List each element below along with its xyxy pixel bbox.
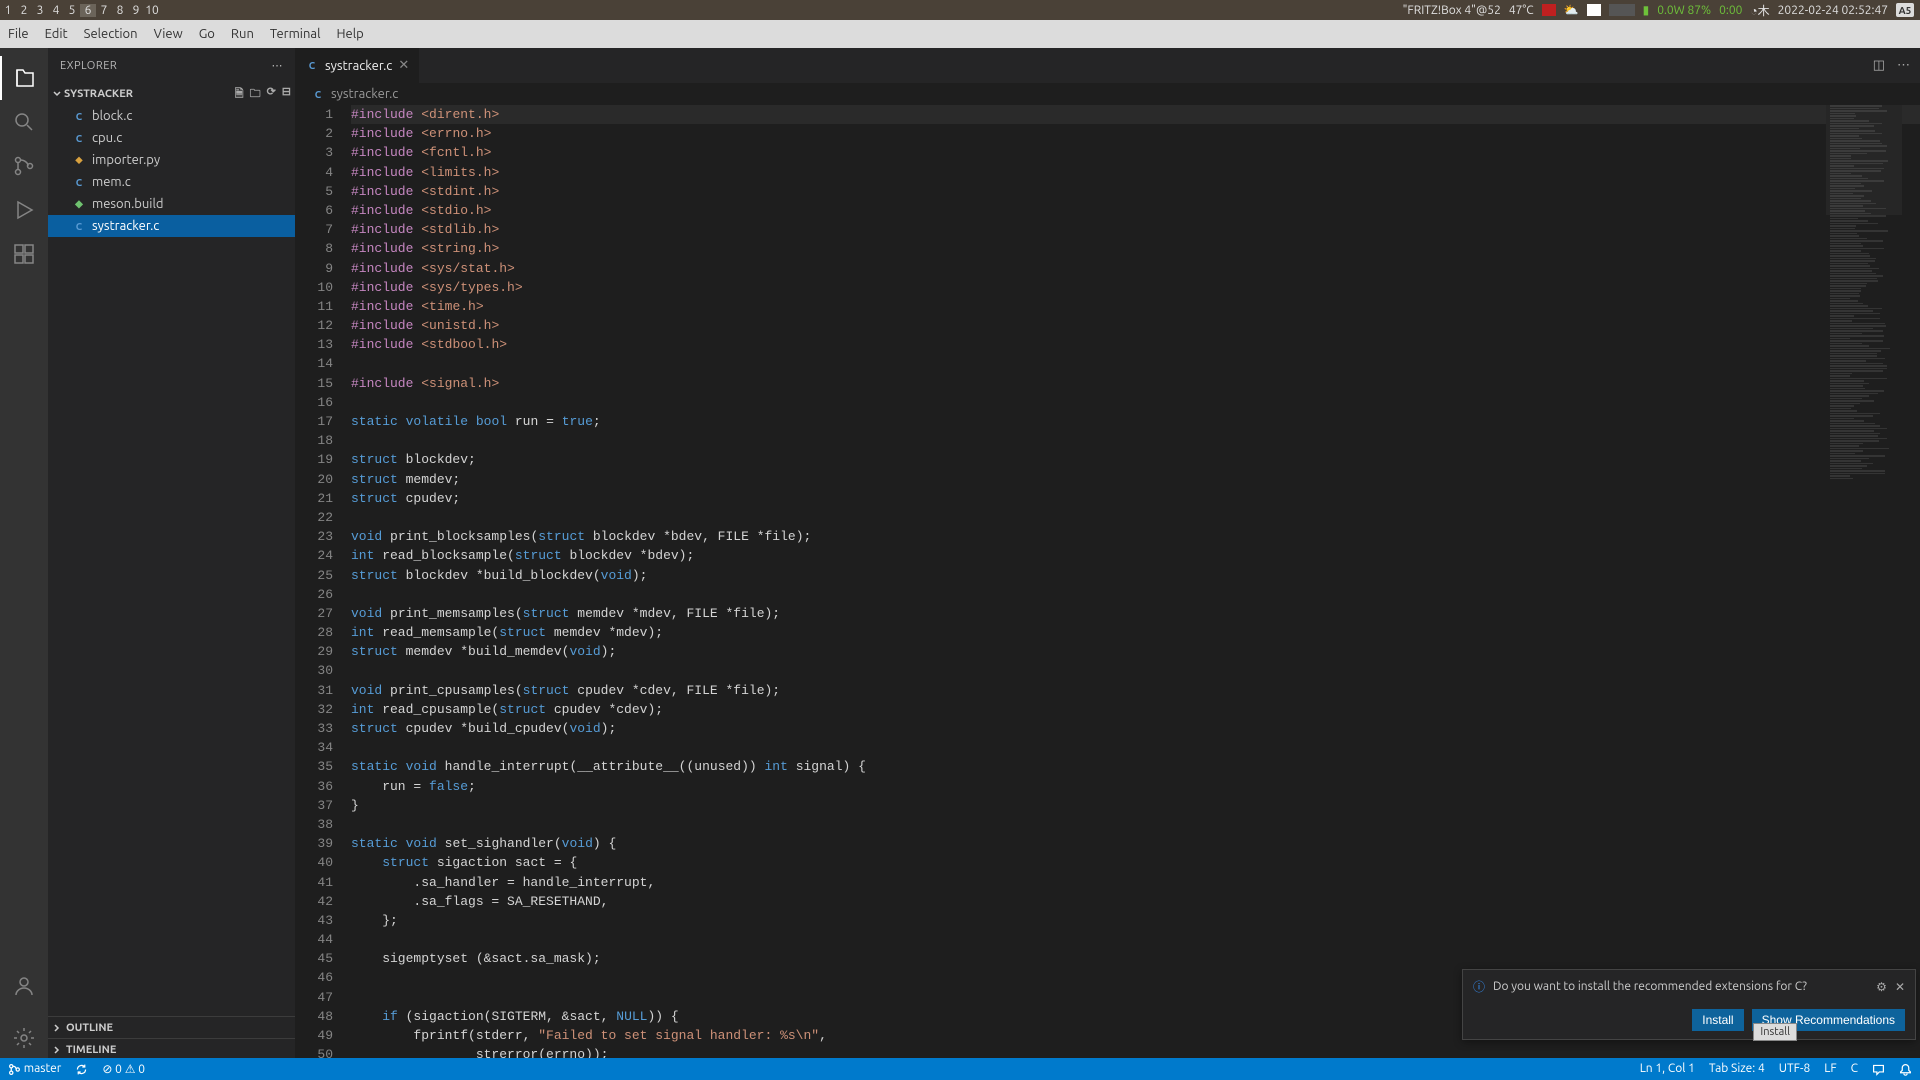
explorer-icon[interactable] (0, 56, 48, 100)
c-file-icon: C (311, 87, 325, 101)
collapse-icon[interactable]: ⊟ (282, 85, 291, 104)
info-icon: ⓘ (1473, 978, 1485, 995)
time-remaining: 0:00 (1719, 4, 1742, 17)
menu-file[interactable]: File (8, 27, 29, 41)
file-icon: ⬥ (72, 153, 86, 167)
system-bar: 12345678910 "FRITZ!Box 4"@52 47°C ⛅ ▮ 0.… (0, 0, 1920, 20)
file-meson-build[interactable]: ◆meson.build (48, 193, 295, 215)
power-status: 0.0W 87% (1657, 4, 1711, 17)
timeline-section[interactable]: TIMELINE (48, 1038, 295, 1060)
notifications-icon[interactable] (1899, 1062, 1912, 1075)
minimap-viewport[interactable] (1826, 105, 1902, 215)
install-button[interactable]: Install (1692, 1009, 1743, 1031)
menu-run[interactable]: Run (231, 27, 254, 41)
eol[interactable]: LF (1824, 1062, 1836, 1075)
indicator-white (1587, 4, 1601, 16)
workspace-1[interactable]: 1 (0, 4, 16, 17)
file-icon: C (72, 109, 86, 123)
sidebar: EXPLORER ⋯ SYSTRACKER 🗎 🗀 ⟳ ⊟ Cblock.cCc… (48, 48, 295, 1060)
menu-bar: File Edit Selection View Go Run Terminal Help (0, 20, 1920, 48)
menu-selection[interactable]: Selection (84, 27, 138, 41)
file-icon: C (72, 131, 86, 145)
problems[interactable]: ⊘ 0 ⚠ 0 (102, 1062, 145, 1076)
workspace-3[interactable]: 3 (32, 4, 48, 17)
git-branch[interactable]: master (8, 1062, 61, 1075)
file-systracker-c[interactable]: Csystracker.c (48, 215, 295, 237)
sync-icon[interactable] (75, 1062, 88, 1075)
notification-text: Do you want to install the recommended e… (1493, 980, 1807, 993)
file-mem-c[interactable]: Cmem.c (48, 171, 295, 193)
file-icon: ◆ (72, 197, 86, 211)
cloud-icon: ⛅ (1564, 3, 1579, 17)
workspace-list: 12345678910 (0, 4, 160, 17)
file-list: Cblock.cCcpu.c⬥importer.pyCmem.c◆meson.b… (48, 105, 295, 1016)
clock-icon: ◔木 (1750, 2, 1769, 19)
menu-help[interactable]: Help (336, 27, 363, 41)
search-icon[interactable] (0, 100, 48, 144)
ime-badge[interactable]: A5 (1896, 3, 1914, 17)
language-mode[interactable]: C (1851, 1062, 1858, 1075)
workspace-9[interactable]: 9 (128, 4, 144, 17)
menu-terminal[interactable]: Terminal (270, 27, 321, 41)
notification-gear-icon[interactable]: ⚙ (1876, 980, 1887, 994)
minimap[interactable] (1826, 105, 1902, 505)
editor: C systracker.c ✕ ◫ ⋯ C systracker.c 1234… (295, 48, 1920, 1060)
c-file-icon: C (305, 59, 319, 73)
file-icon: C (72, 219, 86, 233)
file-block-c[interactable]: Cblock.c (48, 105, 295, 127)
workspace-10[interactable]: 10 (144, 4, 160, 17)
tab-size[interactable]: Tab Size: 4 (1709, 1062, 1765, 1075)
wifi-status: "FRITZ!Box 4"@52 (1403, 4, 1501, 17)
encoding[interactable]: UTF-8 (1779, 1062, 1810, 1075)
file-icon: C (72, 175, 86, 189)
new-file-icon[interactable]: 🗎 (235, 85, 244, 104)
refresh-icon[interactable]: ⟳ (267, 85, 276, 104)
tab-label: systracker.c (325, 59, 392, 73)
extensions-icon[interactable] (0, 232, 48, 276)
tab-systracker[interactable]: C systracker.c ✕ (295, 48, 419, 83)
project-name: SYSTRACKER (64, 88, 133, 100)
workspace-5[interactable]: 5 (64, 4, 80, 17)
breadcrumb[interactable]: C systracker.c (295, 83, 1920, 105)
datetime: 2022-02-24 02:52:47 (1778, 4, 1888, 17)
menu-view[interactable]: View (154, 27, 183, 41)
menu-go[interactable]: Go (199, 27, 215, 41)
workspace-2[interactable]: 2 (16, 4, 32, 17)
new-folder-icon[interactable]: 🗀 (250, 85, 261, 104)
install-tooltip: Install (1753, 1023, 1797, 1041)
more-actions-icon[interactable]: ⋯ (1897, 58, 1910, 73)
workspace-7[interactable]: 7 (96, 4, 112, 17)
temperature: 47°C (1509, 4, 1534, 17)
workspace-4[interactable]: 4 (48, 4, 64, 17)
file-importer-py[interactable]: ⬥importer.py (48, 149, 295, 171)
battery-icon: ▮ (1643, 3, 1650, 17)
code-content[interactable]: #include <dirent.h>#include <errno.h>#in… (351, 105, 1920, 1060)
workspace-6[interactable]: 6 (80, 4, 96, 17)
line-numbers: 1234567891011121314151617181920212223242… (295, 105, 351, 1060)
workspace-8[interactable]: 8 (112, 4, 128, 17)
notification-close-icon[interactable]: ✕ (1895, 980, 1905, 994)
menu-edit[interactable]: Edit (45, 27, 68, 41)
settings-icon[interactable] (0, 1016, 48, 1060)
split-editor-icon[interactable]: ◫ (1873, 58, 1885, 73)
outline-section[interactable]: OUTLINE (48, 1016, 295, 1038)
project-header[interactable]: SYSTRACKER 🗎 🗀 ⟳ ⊟ (48, 83, 295, 105)
notification: ⓘ Do you want to install the recommended… (1462, 969, 1916, 1040)
cursor-position[interactable]: Ln 1, Col 1 (1640, 1062, 1695, 1075)
close-tab-icon[interactable]: ✕ (398, 58, 409, 73)
source-control-icon[interactable] (0, 144, 48, 188)
indicator-red (1542, 4, 1556, 16)
file-cpu-c[interactable]: Ccpu.c (48, 127, 295, 149)
sidebar-title: EXPLORER (60, 60, 117, 72)
status-bar: master ⊘ 0 ⚠ 0 Ln 1, Col 1 Tab Size: 4 U… (0, 1058, 1920, 1080)
accounts-icon[interactable] (0, 964, 48, 1008)
code-area[interactable]: 1234567891011121314151617181920212223242… (295, 105, 1920, 1060)
indicator-grey (1609, 4, 1635, 16)
feedback-icon[interactable] (1872, 1062, 1885, 1075)
sidebar-more-icon[interactable]: ⋯ (272, 59, 284, 72)
run-debug-icon[interactable] (0, 188, 48, 232)
tab-bar: C systracker.c ✕ ◫ ⋯ (295, 48, 1920, 83)
activity-bar (0, 48, 48, 1060)
